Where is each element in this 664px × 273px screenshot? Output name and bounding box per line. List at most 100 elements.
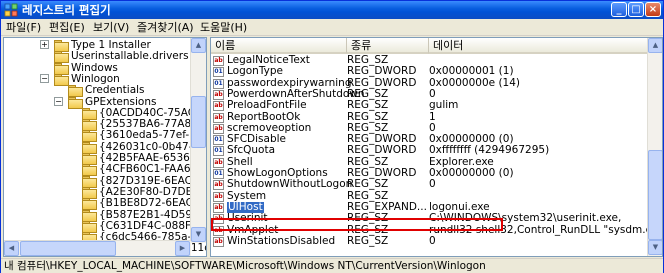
registry-editor-window: 레지스트리 편집기 _ □ × 파일(F) 편집(E) 보기(V) 즐겨찾기(A…	[0, 0, 664, 273]
binary-value-icon: 01	[213, 67, 224, 78]
value-name: passwordexpirywarning	[227, 76, 352, 89]
value-row[interactable]: ab PreloadFontFile REG_SZ gulim	[211, 99, 647, 112]
binary-value-icon: 01	[213, 78, 224, 89]
value-name: WinStationsDisabled	[227, 234, 336, 247]
tree-item[interactable]: Windows	[4, 61, 190, 75]
tree-item[interactable]: {3610eda5-77ef-11d2-8dc5	[4, 129, 206, 143]
tree-item[interactable]: {B1BE8D72-6EAC-11D2-A4	[4, 197, 206, 211]
value-name: ReportBootOk	[227, 110, 301, 123]
string-value-icon: ab	[213, 191, 224, 202]
window-title: 레지스트리 편집기	[22, 3, 111, 17]
value-data: gulim	[429, 99, 459, 112]
tree-item[interactable]: {827D319E-6EAC-11D2-A4	[4, 175, 206, 188]
value-type: REG_SZ	[347, 110, 389, 123]
tree-vertical-scrollbar[interactable]: ▲ ▼	[190, 38, 206, 243]
values-list-pane[interactable]: 이름 종류 데이터 ab LegalNoticeText REG_SZ 01 Logon…	[210, 37, 663, 257]
folder-icon	[82, 186, 97, 199]
tree-item[interactable]: {B587E2B1-4D59-4e7e-AEI	[4, 209, 206, 222]
tree-item[interactable]: − Winlogon	[4, 73, 190, 86]
tree-item[interactable]: Userinstallable.drivers	[4, 50, 190, 64]
values-scroll-down-arrow-icon[interactable]: ▼	[648, 240, 662, 255]
value-name: System	[227, 189, 267, 202]
tree-expander-icon[interactable]: −	[40, 73, 49, 83]
column-header-type[interactable]: 종류	[347, 38, 429, 54]
menu-view[interactable]: 보기(V)	[90, 20, 132, 35]
title-bar[interactable]: 레지스트리 편집기 _ □ ×	[1, 1, 663, 19]
tree-item-label: GPExtensions	[85, 95, 157, 108]
registry-tree-pane[interactable]: + Type 1 Installer Userinstallable.drivers…	[3, 37, 207, 257]
value-type: REG_SZ	[347, 99, 389, 112]
scroll-right-arrow-icon[interactable]: ▶	[175, 241, 190, 256]
binary-value-icon: 01	[213, 135, 224, 146]
value-type: REG_DWORD	[347, 76, 417, 89]
tree-item[interactable]: {42B5FAAE-6536-11d2-AE5	[4, 152, 206, 165]
minimize-button[interactable]: _	[611, 2, 627, 17]
values-scroll-up-arrow-icon[interactable]: ▲	[648, 38, 662, 53]
tree-item[interactable]: {25537BA6-77A8-11D2-9B6	[4, 118, 206, 132]
tree-item[interactable]: − GPExtensions	[4, 95, 190, 109]
binary-value-icon: 01	[213, 146, 224, 157]
status-path: 내 컴퓨터\HKEY_LOCAL_MACHINE\SOFTWARE\Micros…	[4, 260, 486, 272]
tree-item[interactable]: Credentials	[4, 84, 190, 98]
value-data: 1	[429, 110, 436, 123]
folder-icon	[82, 141, 97, 154]
folder-icon	[54, 62, 69, 75]
folder-icon	[82, 153, 97, 165]
tree-item-label: Credentials	[85, 84, 145, 97]
value-data: 0x00000000 (0)	[429, 167, 514, 179]
tree-item[interactable]: {4CFB60C1-FAA6-47f1-89A	[4, 163, 206, 177]
tree-item[interactable]: {0ACDD40C-75AC-47ab-BA	[4, 107, 206, 120]
tree-item[interactable]: {A2E30F80-D7DE-11d2-BB	[4, 186, 206, 199]
value-row[interactable]: ab ShutdownWithoutLogon REG_SZ 0	[211, 178, 647, 191]
folder-icon	[82, 220, 97, 233]
string-value-icon: ab	[213, 101, 224, 112]
value-type: REG_SZ	[347, 189, 389, 202]
tree-scroll-thumb[interactable]	[191, 96, 206, 148]
maximize-button[interactable]: □	[628, 2, 644, 17]
column-header-data[interactable]: 데이터	[429, 38, 648, 54]
value-row[interactable]: ab WinStationsDisabled REG_SZ 0	[211, 234, 647, 247]
string-value-icon: ab	[213, 180, 224, 191]
values-scroll-thumb[interactable]	[648, 150, 662, 240]
string-value-icon: ab	[213, 236, 224, 247]
values-vertical-scrollbar[interactable]: ▲ ▼	[647, 38, 662, 256]
value-type: REG_DWORD	[347, 65, 417, 78]
tree-item[interactable]: {C631DF4C-088F-4156-B05	[4, 220, 206, 233]
registry-editor-icon	[4, 3, 18, 17]
folder-icon	[82, 164, 97, 177]
tree-item[interactable]: {426031c0-0b47-4852-b0ca	[4, 141, 206, 154]
folder-icon	[54, 51, 69, 64]
tree-horizontal-scrollbar[interactable]: ◀ ▶	[4, 240, 191, 256]
string-value-icon: ab	[213, 202, 224, 213]
value-name: SfcQuota	[227, 144, 276, 157]
value-name: ShutdownWithoutLogon	[227, 178, 353, 191]
value-type: REG_SZ	[347, 234, 389, 247]
tree-expander-icon[interactable]: +	[40, 40, 49, 49]
menu-favorites[interactable]: 즐겨찾기(A)	[134, 20, 197, 35]
status-bar: 내 컴퓨터\HKEY_LOCAL_MACHINE\SOFTWARE\Micros…	[1, 258, 663, 273]
menu-bar: 파일(F) 편집(E) 보기(V) 즐겨찾기(A) 도움말(H)	[1, 19, 663, 36]
tree-item-label: Windows	[71, 61, 118, 74]
menu-edit[interactable]: 편집(E)	[46, 20, 88, 35]
folder-icon	[82, 209, 97, 222]
value-row[interactable]: 01 SfcQuota REG_DWORD 0xffffffff (429496729…	[211, 144, 647, 157]
string-value-icon: ab	[213, 123, 224, 134]
folder-icon	[82, 130, 97, 143]
close-button[interactable]: ×	[645, 2, 661, 17]
value-row[interactable]: 01 LogonType REG_DWORD 0x00000001 (1)	[211, 65, 647, 78]
binary-value-icon: 01	[213, 169, 224, 179]
menu-help[interactable]: 도움말(H)	[197, 20, 250, 35]
scroll-down-arrow-icon[interactable]: ▼	[191, 227, 206, 242]
value-data: 0x00000001 (1)	[429, 65, 514, 78]
menu-file[interactable]: 파일(F)	[3, 20, 44, 35]
column-header-name[interactable]: 이름	[211, 38, 347, 54]
tree-item-label: Type 1 Installer	[71, 39, 151, 51]
tree-expander-icon[interactable]: −	[54, 96, 63, 106]
scroll-up-arrow-icon[interactable]: ▲	[191, 38, 206, 53]
scroll-left-arrow-icon[interactable]: ◀	[4, 241, 19, 256]
value-type: REG_SZ	[347, 178, 389, 191]
value-data: 0xffffffff (4294967295)	[429, 144, 550, 157]
tree-hscroll-thumb[interactable]	[20, 241, 116, 256]
string-value-icon: ab	[213, 56, 224, 66]
tree-item[interactable]: + Type 1 Installer	[4, 39, 190, 52]
